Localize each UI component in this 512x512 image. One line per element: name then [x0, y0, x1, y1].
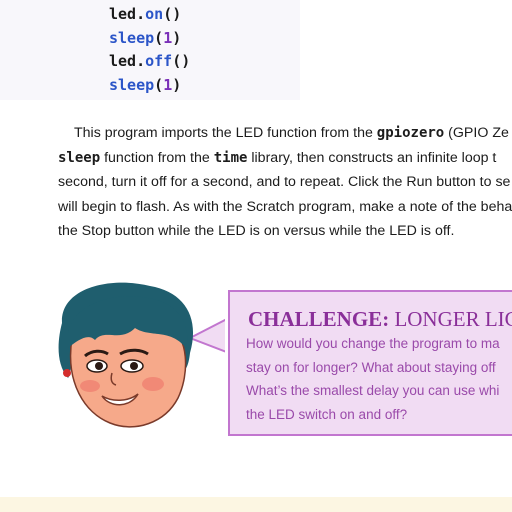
inline-code-sleep: sleep	[58, 149, 101, 166]
code-method: on	[145, 5, 164, 23]
paragraph-line-3: second, turn it off for a second, and to…	[58, 174, 511, 190]
text-span: This program imports the LED function fr…	[74, 125, 377, 141]
code-paren: (	[154, 76, 164, 94]
text-span: (GPIO Ze	[444, 125, 509, 141]
challenge-line: How would you change the program to ma	[246, 336, 500, 351]
cartoon-face-illustration	[58, 282, 225, 428]
paragraph-line-4: will begin to flash. As with the Scratch…	[58, 198, 512, 215]
challenge-label: CHALLENGE:	[248, 307, 390, 331]
text-span: function from the	[100, 149, 214, 166]
speech-pointer	[187, 318, 225, 353]
challenge-line: stay on for longer? What about staying o…	[246, 359, 496, 375]
right-cheek	[142, 377, 164, 391]
code-object: led.	[109, 52, 146, 70]
code-line-1: led.on()	[109, 5, 181, 23]
left-pupil	[95, 362, 103, 370]
challenge-title: CHALLENGE: LONGER LIGHT	[248, 307, 512, 332]
code-args: ()	[172, 52, 191, 70]
paragraph-line-5: the Stop button while the LED is on vers…	[58, 223, 455, 239]
code-paren: )	[172, 76, 182, 94]
code-line-4: sleep(1)	[109, 76, 181, 94]
code-number: 1	[163, 76, 173, 94]
code-paren: )	[172, 29, 182, 47]
earring	[63, 369, 71, 377]
code-paren: (	[154, 29, 164, 47]
challenge-text: How would you change the program to ma s…	[246, 332, 500, 426]
text-span: library, then constructs an infinite loo…	[247, 149, 497, 166]
code-function: sleep	[109, 29, 155, 47]
inline-code-time: time	[213, 149, 248, 166]
paragraph-line-2: sleep function from the time library, th…	[58, 146, 512, 171]
challenge-line: the LED switch on and off?	[246, 406, 408, 422]
code-function: sleep	[109, 76, 155, 94]
inline-code-gpiozero: gpiozero	[376, 125, 445, 141]
page-bottom-edge	[0, 497, 512, 512]
code-args: ()	[163, 5, 182, 23]
code-line-3: led.off()	[109, 52, 190, 70]
code-number: 1	[163, 29, 173, 47]
code-method: off	[145, 52, 173, 70]
right-pupil	[130, 362, 138, 370]
challenge-heading: LONGER LIGHT	[394, 307, 512, 331]
code-object: led.	[109, 5, 146, 23]
left-cheek	[80, 380, 100, 392]
challenge-box: CHALLENGE: LONGER LIGHT How would you ch…	[228, 290, 512, 436]
body-paragraph: This program imports the LED function fr…	[58, 121, 512, 244]
code-line-2: sleep(1)	[109, 29, 181, 47]
challenge-line: What’s the smallest delay you can use wh…	[246, 383, 500, 398]
book-page: led.on() sleep(1) led.off() sleep(1) Thi…	[0, 0, 512, 512]
paragraph-line-1: This program imports the LED function fr…	[58, 121, 512, 146]
